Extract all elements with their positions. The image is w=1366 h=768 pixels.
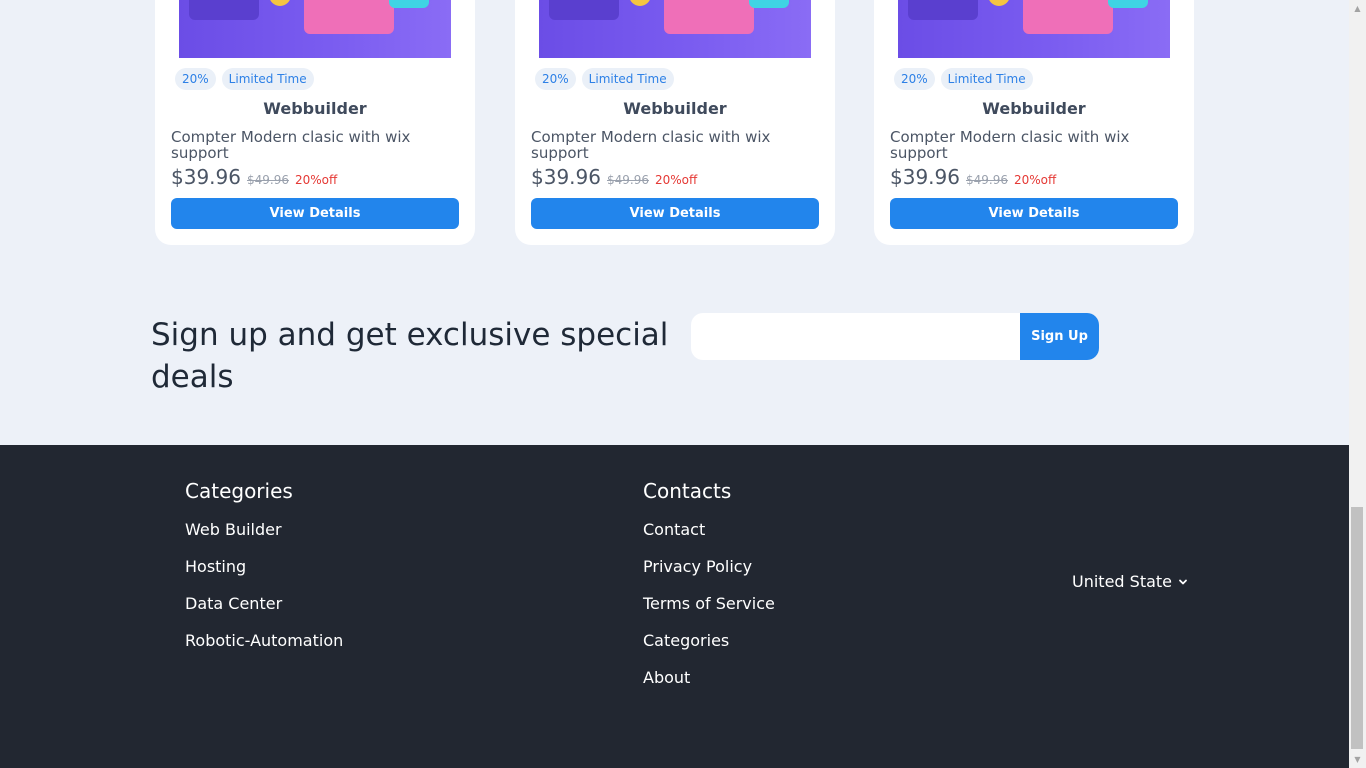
limited-time-badge: Limited Time xyxy=(221,68,314,90)
signup-email-input[interactable] xyxy=(691,313,1020,360)
footer-link-contact[interactable]: Contact xyxy=(643,520,705,539)
product-title: Webbuilder xyxy=(263,99,367,118)
product-discount: 20%off xyxy=(654,173,698,187)
sign-up-button[interactable]: Sign Up xyxy=(1020,313,1099,360)
footer-link-terms-of-service[interactable]: Terms of Service xyxy=(643,594,775,613)
footer-contacts-title: Contacts xyxy=(643,479,732,503)
product-title: Webbuilder xyxy=(623,99,727,118)
product-price: $39.96 xyxy=(171,165,241,189)
scroll-up-icon[interactable]: ▲ xyxy=(1353,4,1362,13)
product-card: 20% Limited Time Webbuilder Compter Mode… xyxy=(515,0,835,245)
view-details-button[interactable]: View Details xyxy=(890,198,1178,229)
product-card: 20% Limited Time Webbuilder Compter Mode… xyxy=(155,0,475,245)
discount-badge: 20% xyxy=(894,68,935,90)
product-description: Compter Modern clasic with wix support xyxy=(890,128,1130,162)
product-price: $39.96 xyxy=(531,165,601,189)
product-discount: 20%off xyxy=(294,173,338,187)
footer-link-privacy-policy[interactable]: Privacy Policy xyxy=(643,557,752,576)
footer-link-categories[interactable]: Categories xyxy=(643,631,729,650)
view-details-button[interactable]: View Details xyxy=(171,198,459,229)
footer-link-robotic-automation[interactable]: Robotic-Automation xyxy=(185,631,343,650)
footer-categories-title: Categories xyxy=(185,479,293,503)
scroll-down-icon[interactable]: ▼ xyxy=(1353,755,1362,764)
product-discount: 20%off xyxy=(1013,173,1057,187)
region-label: United State xyxy=(1072,572,1173,591)
product-image xyxy=(539,0,811,58)
signup-heading: Sign up and get exclusive special deals xyxy=(151,317,669,395)
product-description: Compter Modern clasic with wix support xyxy=(171,128,411,162)
product-description: Compter Modern clasic with wix support xyxy=(531,128,771,162)
page: 20% Limited Time Webbuilder Compter Mode… xyxy=(0,0,1349,768)
chevron-down-icon xyxy=(1179,579,1187,584)
discount-badge: 20% xyxy=(175,68,216,90)
page-scrollbar[interactable]: ▲ ▼ xyxy=(1349,0,1366,768)
product-old-price: $49.96 xyxy=(965,173,1008,187)
footer-link-data-center[interactable]: Data Center xyxy=(185,594,282,613)
footer-link-hosting[interactable]: Hosting xyxy=(185,557,246,576)
footer-link-about[interactable]: About xyxy=(643,668,690,687)
scrollbar-thumb[interactable] xyxy=(1351,507,1363,749)
limited-time-badge: Limited Time xyxy=(581,68,674,90)
region-selector[interactable]: United State xyxy=(1072,572,1188,591)
product-old-price: $49.96 xyxy=(246,173,289,187)
product-price: $39.96 xyxy=(890,165,960,189)
product-image xyxy=(179,0,451,58)
limited-time-badge: Limited Time xyxy=(940,68,1033,90)
product-title: Webbuilder xyxy=(982,99,1086,118)
discount-badge: 20% xyxy=(535,68,576,90)
product-old-price: $49.96 xyxy=(606,173,649,187)
product-image xyxy=(898,0,1170,58)
footer-link-web-builder[interactable]: Web Builder xyxy=(185,520,282,539)
product-card: 20% Limited Time Webbuilder Compter Mode… xyxy=(874,0,1194,245)
view-details-button[interactable]: View Details xyxy=(531,198,819,229)
footer: Categories Web Builder Hosting Data Cent… xyxy=(0,445,1349,768)
